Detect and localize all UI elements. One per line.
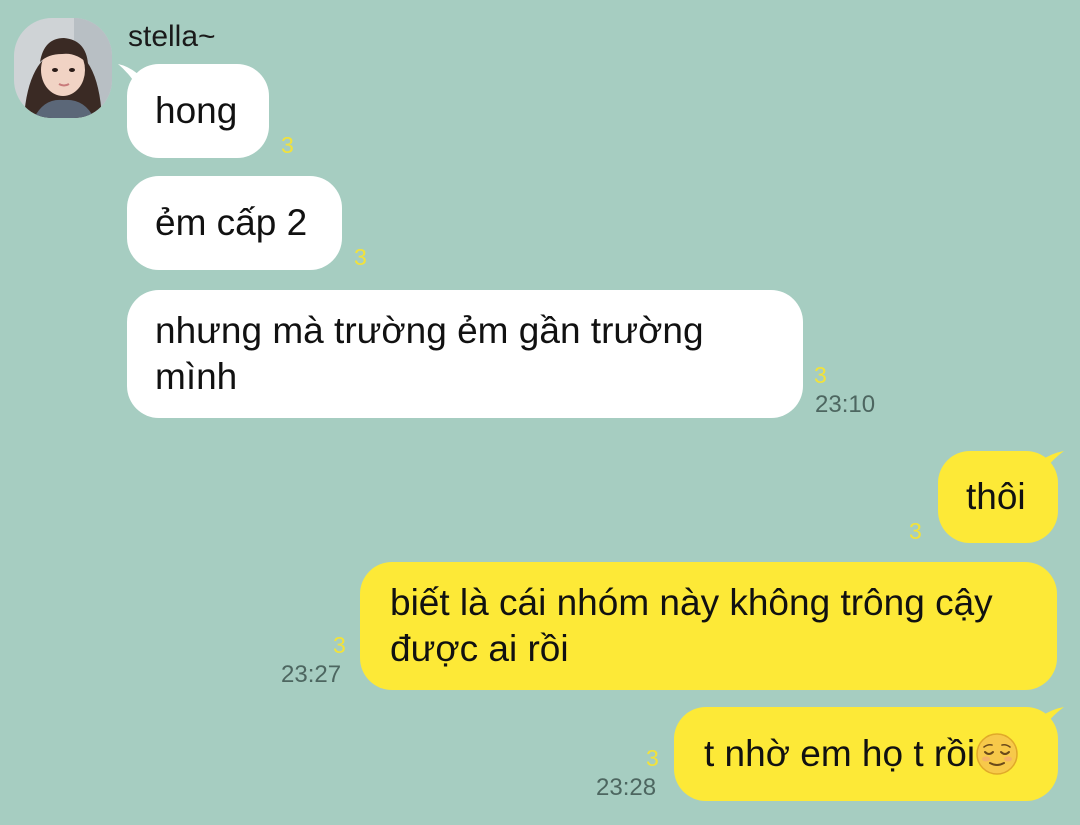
message-bubble-incoming[interactable]: ẻm cấp 2 bbox=[127, 176, 342, 270]
message-text-line: biết là cái nhóm này không trông cậy bbox=[390, 582, 993, 623]
message-timestamp: 23:28 bbox=[596, 774, 657, 801]
read-count: 3 bbox=[333, 632, 346, 658]
message-text-line: nhưng mà trường ẻm gần trường bbox=[155, 310, 704, 351]
read-count: 3 bbox=[354, 244, 367, 270]
message-text: t nhờ em họ t rồi bbox=[704, 733, 976, 774]
message-bubble-incoming[interactable]: hong bbox=[127, 64, 269, 158]
relieved-face-icon bbox=[976, 733, 1018, 775]
message-text-line: được ai rồi bbox=[390, 628, 569, 669]
message-bubble-outgoing[interactable]: t nhờ em họ t rồi bbox=[674, 707, 1058, 801]
read-count: 3 bbox=[281, 132, 294, 158]
message-timestamp: 23:10 bbox=[815, 391, 876, 418]
message-text: ẻm cấp 2 bbox=[155, 202, 308, 243]
message-text-line: mình bbox=[155, 356, 238, 397]
contact-avatar[interactable] bbox=[14, 18, 112, 118]
read-count: 3 bbox=[646, 745, 659, 771]
message-bubble-outgoing[interactable]: thôi bbox=[938, 451, 1058, 543]
message-bubble-outgoing[interactable]: biết là cái nhóm này không trông cậy đượ… bbox=[360, 562, 1057, 690]
read-count: 3 bbox=[909, 518, 922, 544]
message-timestamp: 23:27 bbox=[281, 661, 342, 688]
message-text: thôi bbox=[966, 476, 1026, 517]
read-count: 3 bbox=[814, 362, 827, 388]
message-text: hong bbox=[155, 90, 238, 131]
contact-name: stella~ bbox=[128, 20, 216, 53]
message-bubble-incoming[interactable]: nhưng mà trường ẻm gần trường mình bbox=[127, 290, 803, 418]
